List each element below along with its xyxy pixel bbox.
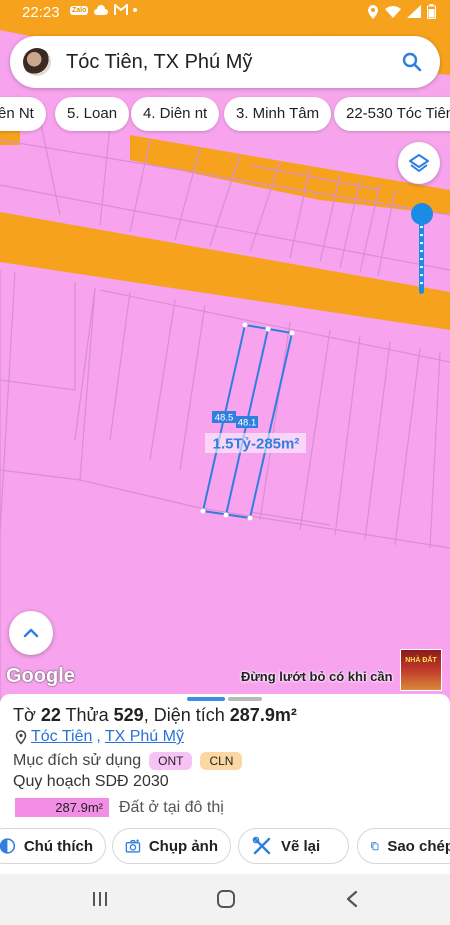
copy-button-label: Sao chép <box>387 837 450 855</box>
plan-area-swatch: 287.9m² <box>15 798 109 817</box>
legend-button[interactable]: Chú thích <box>0 828 106 864</box>
sheet-handle-active[interactable] <box>187 697 225 701</box>
recent-apps-button[interactable] <box>88 887 112 911</box>
chip-place[interactable]: 3. Minh Tâm <box>224 97 332 131</box>
chip-place[interactable]: 5. Loan <box>55 97 130 131</box>
search-query[interactable]: Tóc Tiên, TX Phú Mỹ <box>66 51 252 74</box>
back-button[interactable] <box>340 887 364 911</box>
action-bar: Chú thích Chụp ảnh Vẽ lại Sao chép <box>0 828 450 864</box>
purpose-label: Mục đích sử dụng <box>13 752 142 769</box>
search-icon[interactable] <box>400 50 424 74</box>
ad-text[interactable]: Đừng lướt bỏ có khi cần <box>241 669 393 684</box>
screenshot-button[interactable]: Chụp ảnh <box>112 828 231 864</box>
redraw-button-label: Vẽ lại <box>281 837 321 855</box>
legend-button-label: Chú thích <box>23 837 93 855</box>
home-icon <box>217 890 235 908</box>
town-link[interactable]: TX Phú Mỹ <box>105 728 184 746</box>
wifi-icon <box>385 6 401 18</box>
location-pin-icon <box>15 729 27 745</box>
thua-label: Thửa <box>65 705 109 725</box>
signal-icon <box>407 5 421 18</box>
copy-icon <box>371 842 379 851</box>
chip-place[interactable]: 4. Diên nt <box>131 97 220 131</box>
location-line: Tóc Tiên, TX Phú Mỹ <box>15 728 184 746</box>
to-value: 22 <box>40 705 61 725</box>
plan-area-desc: Đất ở tại đô thị <box>119 798 224 816</box>
half-circle-icon <box>0 838 16 854</box>
purpose-line: Mục đích sử dụng ONT CLN <box>13 752 243 770</box>
screenshot-button-label: Chụp ảnh <box>148 837 218 855</box>
plan-area-row: 287.9m² Đất ở tại đô thị <box>15 798 224 817</box>
loc-comma: , <box>96 728 101 745</box>
chip-place[interactable]: 22-530 Tóc Tiên <box>334 97 450 131</box>
chip-place[interactable]: ên Nt <box>0 97 46 131</box>
price-label: 1.5Tỷ-285m² <box>213 436 300 453</box>
edge-length-left: 48.5 <box>215 413 234 424</box>
dot-icon <box>133 8 138 12</box>
plan-title: Quy hoạch SDĐ 2030 <box>13 773 169 790</box>
avatar[interactable] <box>23 48 51 76</box>
home-button[interactable] <box>214 887 238 911</box>
area-value: 287.9m² <box>229 705 297 725</box>
to-label: Tờ <box>13 705 36 725</box>
battery-icon <box>427 4 436 19</box>
area-label: Diện tích <box>153 705 225 725</box>
purpose-badge-cln[interactable]: CLN <box>200 752 243 770</box>
status-time: 22:23 <box>22 4 60 21</box>
copy-button[interactable]: Sao chép <box>357 828 450 864</box>
zalo-icon: Zalo <box>70 5 89 15</box>
back-icon <box>346 890 358 908</box>
title-comma: , <box>143 705 149 725</box>
recent-apps-icon <box>93 892 107 906</box>
tools-icon <box>252 836 271 855</box>
redraw-button[interactable]: Vẽ lại <box>238 828 349 864</box>
parcel-title: Tờ 22 Thửa 529, Diện tích 287.9m² <box>13 705 297 726</box>
purpose-badge-ont[interactable]: ONT <box>149 752 193 770</box>
commune-link[interactable]: Tóc Tiên <box>31 728 92 746</box>
cloud-icon <box>94 5 109 15</box>
parcel-info-sheet[interactable]: Tờ 22 Thửa 529, Diện tích 287.9m² Tóc Ti… <box>0 694 450 874</box>
sheet-handle[interactable] <box>228 697 262 701</box>
status-bar: 22:23 Zalo <box>0 0 450 26</box>
expand-sheet-button[interactable] <box>9 611 53 655</box>
ad-image-text: NHÀ ĐẤT <box>405 657 437 664</box>
gmail-icon <box>114 4 129 15</box>
edge-length-right: 48.1 <box>238 418 257 429</box>
layers-button[interactable] <box>398 142 440 184</box>
thua-value: 529 <box>113 705 144 725</box>
layers-icon <box>409 154 429 172</box>
chevron-up-icon <box>23 628 39 638</box>
search-bar[interactable]: Tóc Tiên, TX Phú Mỹ <box>10 36 440 88</box>
saved-places-chips: ên Nt 5. Loan 4. Diên nt 3. Minh Tâm 22-… <box>0 97 450 131</box>
opacity-slider-handle[interactable] <box>411 203 433 225</box>
system-nav-bar <box>0 874 450 925</box>
opacity-slider-ticks <box>420 226 423 290</box>
google-logo: Google <box>6 665 75 687</box>
camera-icon <box>125 839 141 853</box>
ad-image[interactable]: NHÀ ĐẤT <box>400 649 442 691</box>
location-icon <box>368 4 378 19</box>
